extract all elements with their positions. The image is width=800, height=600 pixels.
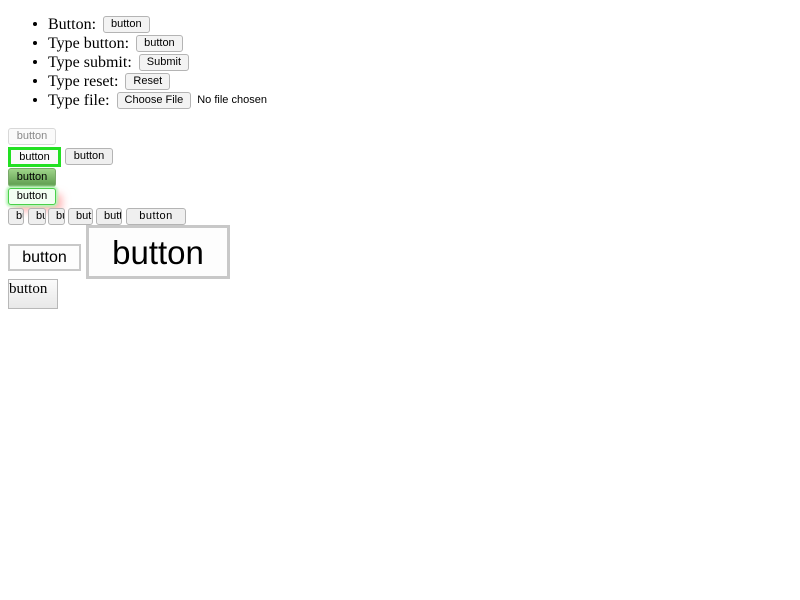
list-item-label: Type reset: [48,72,119,90]
choose-file-button[interactable]: Choose File [116,91,192,109]
type-button-element[interactable]: button [136,34,183,52]
file-status-text: No file chosen [197,93,267,106]
submit-button[interactable]: Submit [138,53,190,71]
plain-button[interactable]: button [65,148,113,165]
gradient-button[interactable]: button [8,168,56,187]
list-item-label: Button: [48,15,97,33]
green-border-button[interactable]: button [8,147,61,167]
list-item-label: Type button: [48,34,130,52]
reset-button[interactable]: Reset [125,72,171,90]
button-element[interactable]: button [103,15,150,33]
list-item-label: Type file: [48,91,110,109]
list-item-type-submit: Type submit: Submit [48,52,267,71]
clipped-button-4[interactable]: but [68,208,93,225]
list-item-type-file: Type file: Choose File No file chosen [48,90,267,109]
disabled-button: button [8,128,56,145]
input-types-list: Button: button Type button: button Type … [0,14,267,109]
clipped-button-6[interactable]: button [126,208,186,225]
medium-button[interactable]: button [8,244,81,271]
clipped-button-3[interactable]: bu [48,208,65,225]
list-item-type-button: Type button: button [48,33,267,52]
large-button[interactable]: button [86,225,230,279]
serif-button[interactable]: button [8,279,58,309]
clipped-button-2[interactable]: bu [28,208,46,225]
list-item-button: Button: button [48,14,267,33]
list-item-label: Type submit: [48,53,132,71]
clipped-button-1[interactable]: bu [8,208,24,225]
list-item-type-reset: Type reset: Reset [48,71,267,90]
clipped-button-5[interactable]: butt [96,208,122,225]
glow-shadow-button[interactable]: button [8,188,56,205]
